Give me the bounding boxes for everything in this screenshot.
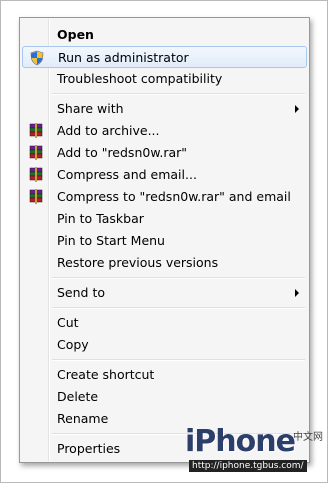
menu-item-compress-to-rar-and-email[interactable]: Compress to "redsn0w.rar" and email [22,186,307,208]
winrar-icon [28,189,44,205]
watermark-url: http://iphone.tgbus.com/ [189,460,307,472]
menu-item-label: Pin to Taskbar [57,211,144,226]
menu-item-open[interactable]: Open [22,24,307,46]
menu-item-cut[interactable]: Cut [22,312,307,334]
winrar-icon [28,123,44,139]
menu-item-label: Properties [57,441,121,456]
menu-item-pin-to-start-menu[interactable]: Pin to Start Menu [22,230,307,252]
menu-item-label: Share with [57,101,124,116]
menu-separator [52,277,305,279]
menu-item-label: Delete [57,389,99,404]
menu-item-add-to-archive[interactable]: Add to archive... [22,120,307,142]
menu-item-run-as-administrator[interactable]: Run as administrator [22,46,307,68]
watermark-brand: iPhone [185,424,296,459]
menu-item-create-shortcut[interactable]: Create shortcut [22,364,307,386]
menu-item-label: Create shortcut [57,367,155,382]
menu-item-label: Send to [57,285,106,300]
submenu-arrow-icon [295,289,299,297]
menu-item-troubleshoot-compatibility[interactable]: Troubleshoot compatibility [22,68,307,90]
menu-item-label: Compress to "redsn0w.rar" and email [57,189,291,204]
watermark-cn: 中文网 [293,432,323,443]
menu-item-label: Add to archive... [57,123,160,138]
winrar-icon [28,145,44,161]
context-menu: Open Run as administrator Troubleshoot c… [19,17,310,463]
menu-item-send-to[interactable]: Send to [22,282,307,304]
menu-item-label: Compress and email... [57,167,197,182]
menu-item-delete[interactable]: Delete [22,386,307,408]
menu-item-add-to-rar[interactable]: Add to "redsn0w.rar" [22,142,307,164]
menu-separator [52,307,305,309]
menu-item-copy[interactable]: Copy [22,334,307,356]
menu-item-label: Add to "redsn0w.rar" [57,145,188,160]
watermark-logo: iPhone 中文网 http://iphone.tgbus.com/ [183,424,323,474]
menu-separator [52,93,305,95]
menu-item-label: Troubleshoot compatibility [57,71,223,86]
menu-item-label: Run as administrator [58,50,189,65]
menu-item-label: Open [57,27,94,42]
menu-item-pin-to-taskbar[interactable]: Pin to Taskbar [22,208,307,230]
menu-item-label: Copy [57,337,89,352]
menu-separator [52,359,305,361]
menu-item-label: Rename [57,411,109,426]
menu-item-share-with[interactable]: Share with [22,98,307,120]
menu-item-label: Restore previous versions [57,255,219,270]
menu-item-label: Pin to Start Menu [57,233,165,248]
menu-item-restore-previous-versions[interactable]: Restore previous versions [22,252,307,274]
menu-item-label: Cut [57,315,79,330]
winrar-icon [28,167,44,183]
uac-shield-icon [29,50,45,66]
menu-item-compress-and-email[interactable]: Compress and email... [22,164,307,186]
submenu-arrow-icon [295,105,299,113]
